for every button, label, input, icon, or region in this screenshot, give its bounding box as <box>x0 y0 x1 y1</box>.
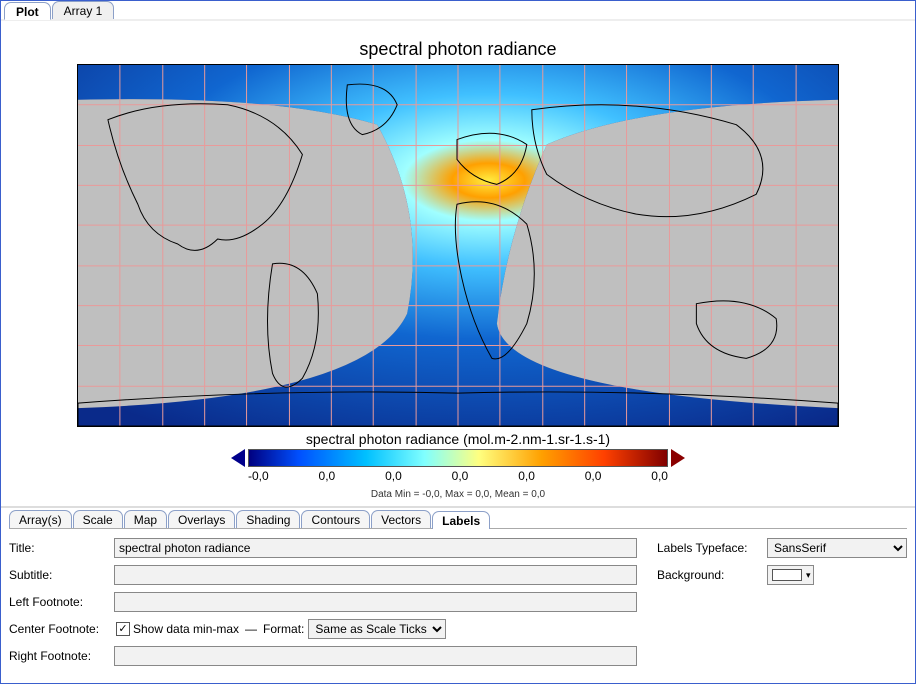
tab-scale[interactable]: Scale <box>73 510 123 528</box>
colorbar-gradient <box>248 449 668 467</box>
checkmark-icon: ✓ <box>118 624 127 635</box>
background-label: Background: <box>657 568 767 582</box>
right-footnote-label: Right Footnote: <box>9 649 114 663</box>
subtitle-input[interactable] <box>114 565 637 585</box>
center-footnote-label: Center Footnote: <box>9 622 114 636</box>
tab-array-1[interactable]: Array 1 <box>52 1 115 19</box>
plot-panel: spectral photon radiance <box>1 21 915 506</box>
plot-title: spectral photon radiance <box>77 39 839 60</box>
map-overlay-svg <box>78 65 838 426</box>
typeface-select[interactable]: SansSerif <box>767 538 907 558</box>
typeface-label: Labels Typeface: <box>657 541 767 555</box>
tab-map[interactable]: Map <box>124 510 167 528</box>
colorbar-max-triangle-icon <box>671 449 685 467</box>
background-swatch <box>772 569 802 581</box>
left-footnote-input[interactable] <box>114 592 637 612</box>
colorbar-tick: 0,0 <box>651 469 668 483</box>
colorbar-label: spectral photon radiance (mol.m-2.nm-1.s… <box>77 431 839 447</box>
colorbar-tick: 0,0 <box>319 469 336 483</box>
tab-shading[interactable]: Shading <box>236 510 300 528</box>
colorbar-tick: -0,0 <box>248 469 269 483</box>
colorbar: spectral photon radiance (mol.m-2.nm-1.s… <box>77 431 839 483</box>
background-color-picker[interactable]: ▾ <box>767 565 814 585</box>
properties-panel: Array(s) Scale Map Overlays Shading Cont… <box>1 506 915 680</box>
tab-vectors[interactable]: Vectors <box>371 510 431 528</box>
tab-plot[interactable]: Plot <box>4 2 51 20</box>
right-footnote-input[interactable] <box>114 646 637 666</box>
colorbar-min-triangle-icon <box>231 449 245 467</box>
tab-overlays[interactable]: Overlays <box>168 510 235 528</box>
tab-labels[interactable]: Labels <box>432 511 490 529</box>
left-footnote-label: Left Footnote: <box>9 595 114 609</box>
colorbar-tick: 0,0 <box>518 469 535 483</box>
tab-arrays[interactable]: Array(s) <box>9 510 72 528</box>
show-minmax-label: Show data min-max <box>133 622 239 636</box>
format-select[interactable]: Same as Scale Ticks <box>308 619 446 639</box>
tab-contours[interactable]: Contours <box>301 510 370 528</box>
center-footnote-text: Data Min = -0,0, Max = 0,0, Mean = 0,0 <box>77 489 839 500</box>
format-label: Format: <box>263 622 304 636</box>
map-canvas <box>77 64 839 427</box>
top-tab-strip: Plot Array 1 <box>1 1 915 21</box>
subtitle-label: Subtitle: <box>9 568 114 582</box>
colorbar-tick: 0,0 <box>452 469 469 483</box>
separator-text: — <box>245 622 257 636</box>
show-minmax-checkbox[interactable]: ✓ <box>116 622 130 636</box>
colorbar-tick: 0,0 <box>385 469 402 483</box>
chevron-down-icon: ▾ <box>806 570 811 581</box>
title-label: Title: <box>9 541 114 555</box>
colorbar-tick: 0,0 <box>585 469 602 483</box>
title-input[interactable] <box>114 538 637 558</box>
labels-form: Title: Subtitle: Left Footnote: Center F… <box>9 529 907 672</box>
option-tab-strip: Array(s) Scale Map Overlays Shading Cont… <box>9 508 907 529</box>
colorbar-ticks: -0,0 0,0 0,0 0,0 0,0 0,0 0,0 <box>248 469 668 483</box>
